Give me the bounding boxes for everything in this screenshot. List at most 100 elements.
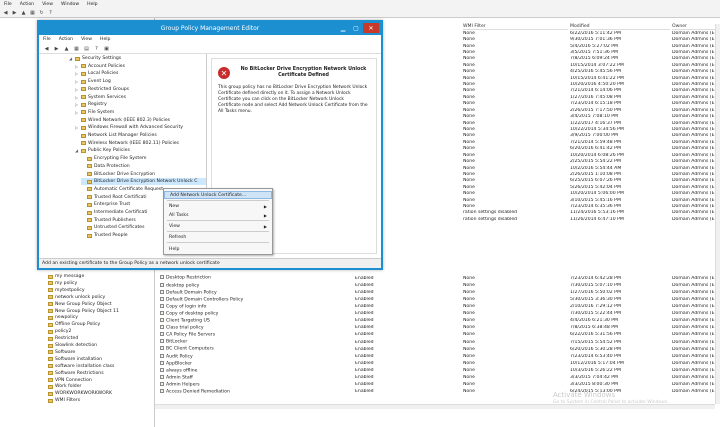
- gpme-tree-item[interactable]: ◢ Security Settings: [69, 55, 121, 62]
- menu-file[interactable]: File: [4, 2, 12, 7]
- owner-cell: Domain Admins (ETEC: [672, 216, 720, 222]
- status-cell: Enabled: [355, 318, 374, 324]
- expand-arrow-icon[interactable]: ▷: [75, 95, 79, 100]
- table-row[interactable]: Access Denied Remediation Enabled None 6/24…: [155, 389, 720, 395]
- table-row[interactable]: Class trial policy Enabled None 7/8/2015 6:…: [155, 325, 720, 331]
- gpme-up-icon[interactable]: ▲: [63, 45, 70, 52]
- table-row[interactable]: always offline Enabled None 10/3/2016 5:26:…: [155, 367, 720, 373]
- menu-view[interactable]: View: [42, 2, 53, 7]
- gpme-help-icon[interactable]: ?: [93, 45, 100, 52]
- modified-cell: 7/23/2014 6:15:18 PM: [570, 101, 621, 107]
- table-row[interactable]: Desktop Restriction Enabled None 7/23/2014 …: [155, 275, 720, 281]
- expand-arrow-icon[interactable]: ▷: [75, 64, 79, 69]
- gpme-toolbar: ◀ ▶ ▲ ▦ ▤ ? ▣: [39, 44, 381, 54]
- gpme-tree-item[interactable]: ▷ Local Policies: [75, 70, 118, 77]
- gpme-forward-icon[interactable]: ▶: [53, 45, 60, 52]
- gpme-title-bar[interactable]: Group Policy Management Editor ▁ ▢ ✕: [39, 22, 381, 35]
- modified-cell: 7/8/2015 6:38:48 PM: [570, 325, 618, 331]
- add-network-unlock-certificate-item[interactable]: Add Network Unlock Certificate...: [164, 191, 272, 199]
- expand-arrow-icon[interactable]: ▷: [75, 79, 79, 84]
- gpme-tree-item[interactable]: Intermediate Certificati: [81, 209, 147, 216]
- folder-icon: [87, 233, 92, 238]
- forward-icon[interactable]: ▶: [11, 9, 18, 16]
- gpme-tree-item[interactable]: ◢ Public Key Policies: [75, 147, 130, 154]
- close-icon[interactable]: ✕: [363, 23, 379, 33]
- gpme-tree-item[interactable]: Network List Manager Policies: [75, 132, 157, 139]
- menu-action[interactable]: Action: [20, 2, 34, 7]
- gpme-tree-item[interactable]: ▷ System Services: [75, 94, 126, 101]
- gpo-name-cell: Default Domain Controllers Policy: [160, 296, 350, 302]
- gpme-show-tree-icon[interactable]: ▦: [73, 45, 80, 52]
- gpme-export-icon[interactable]: ▤: [83, 45, 90, 52]
- gpme-properties-icon[interactable]: ▣: [103, 45, 110, 52]
- refresh-icon[interactable]: ↻: [38, 9, 45, 16]
- gpme-tree-item[interactable]: ▷ Restricted Groups: [75, 86, 129, 93]
- help-menu-item[interactable]: Help: [164, 245, 272, 253]
- gpme-tree-item[interactable]: ▷ Registry: [75, 101, 107, 108]
- gpme-tree-item[interactable]: Data Protection: [81, 163, 130, 170]
- all-tasks-menu-item[interactable]: All Tasks ▶: [164, 211, 272, 219]
- gpme-tree-label: BitLocker Drive Encryption: [94, 171, 156, 177]
- gpme-tree-item[interactable]: Trusted Root Certificati: [81, 194, 147, 201]
- folder-icon: [87, 210, 92, 215]
- expand-arrow-icon[interactable]: ◢: [75, 148, 79, 153]
- gpo-icon: [48, 364, 53, 369]
- table-row[interactable]: Admin Helpers Enabled None 3/3/2015 8:00:30…: [155, 381, 720, 388]
- minimize-icon[interactable]: ▁: [337, 23, 349, 33]
- table-row[interactable]: BC Client Computers Enabled None 6/20/2016 …: [155, 346, 720, 352]
- new-menu-item[interactable]: New ▶: [164, 202, 272, 210]
- table-row[interactable]: desktop policy Enabled None 7/30/2015 5:07:…: [155, 282, 720, 288]
- wmi-cell: None: [463, 382, 475, 388]
- gpme-tree-item[interactable]: Trusted Publishers: [81, 217, 136, 224]
- gpme-tree-item[interactable]: Encrypting File System: [81, 155, 147, 162]
- gpme-menu-view[interactable]: View: [81, 37, 92, 42]
- expand-arrow-icon[interactable]: ▷: [75, 125, 79, 130]
- expand-arrow-icon[interactable]: ▷: [75, 110, 79, 115]
- gpme-tree-item[interactable]: Wireless Network (IEEE 802.11) Policies: [75, 140, 179, 147]
- view-menu-item[interactable]: View ▶: [164, 222, 272, 230]
- gpme-tree-item[interactable]: Untrusted Certificates: [81, 224, 145, 231]
- up-icon[interactable]: ▲: [20, 9, 27, 16]
- table-row[interactable]: AppBlocker Enabled None 10/12/2016 5:17:04 …: [155, 360, 720, 366]
- list-vertical-scrollbar[interactable]: [715, 24, 720, 404]
- gpme-tree-item[interactable]: BitLocker Drive Encryption: [81, 171, 155, 178]
- gpme-back-icon[interactable]: ◀: [43, 45, 50, 52]
- menu-help[interactable]: Help: [87, 2, 97, 7]
- gpo-name-text: BC Client Computers: [166, 346, 214, 352]
- expand-arrow-icon[interactable]: ◢: [69, 56, 73, 61]
- status-cell: Enabled: [355, 375, 374, 381]
- gpme-tree-item[interactable]: Automatic Certificate Request: [81, 186, 163, 193]
- expand-arrow-icon[interactable]: ▷: [75, 102, 79, 107]
- table-row[interactable]: Admin Staff Enabled None 3/3/2015 7:04:42 P…: [155, 374, 720, 380]
- gpme-menu-file[interactable]: File: [43, 37, 51, 42]
- expand-arrow-icon[interactable]: ▷: [75, 87, 79, 92]
- folder-icon: [81, 71, 86, 76]
- help-icon[interactable]: ?: [47, 9, 54, 16]
- gpo-tree-item[interactable]: WMI Filters: [48, 397, 80, 404]
- refresh-menu-item[interactable]: Refresh: [164, 233, 272, 241]
- wmi-cell: None: [463, 389, 475, 395]
- gpme-tree-item[interactable]: ▷ File System: [75, 109, 114, 116]
- gpme-menu-action[interactable]: Action: [59, 37, 73, 42]
- table-row[interactable]: Default Domain Controllers Policy Enabled…: [155, 296, 720, 302]
- table-row[interactable]: BitLocker Enabled None 7/15/2015 5:54:52 PM…: [155, 339, 720, 345]
- back-icon[interactable]: ◀: [2, 9, 9, 16]
- table-row[interactable]: Copy of desktop policy Enabled None 7/30/20…: [155, 310, 720, 317]
- gpme-tree-item[interactable]: ▷ Event Log: [75, 78, 111, 85]
- expand-arrow-icon[interactable]: ▷: [75, 71, 79, 76]
- maximize-icon[interactable]: ▢: [350, 23, 362, 33]
- table-row[interactable]: Copy of login info Enabled None 2/10/2016 7…: [155, 303, 720, 309]
- gpme-tree-item[interactable]: Trusted People: [81, 232, 128, 239]
- menu-window[interactable]: Window: [61, 2, 79, 7]
- gpme-tree-item[interactable]: Enterprise Trust: [81, 201, 130, 208]
- gpme-tree-item[interactable]: ▷ Account Policies: [75, 63, 125, 70]
- gpme-tree-item[interactable]: Wired Network (IEEE 802.3) Policies: [75, 117, 170, 124]
- gpme-tree-item[interactable]: BitLocker Drive Encryption Network Unloc…: [81, 178, 206, 186]
- gpme-menu-help[interactable]: Help: [100, 37, 110, 42]
- table-row[interactable]: Default Domain Policy Enabled None 1/27/201…: [155, 289, 720, 295]
- gpme-tree-item[interactable]: ▷ Windows Firewall with Advanced Security: [75, 124, 183, 131]
- show-tree-icon[interactable]: ▦: [29, 9, 36, 16]
- table-row[interactable]: Client Targeting US Enabled None 4/4/2016 6…: [155, 318, 720, 324]
- table-row[interactable]: Audit Policy Enabled None 7/23/2014 6:53:40…: [155, 353, 720, 359]
- table-row[interactable]: CA Policy File Servers Enabled None 6/22/20…: [155, 332, 720, 338]
